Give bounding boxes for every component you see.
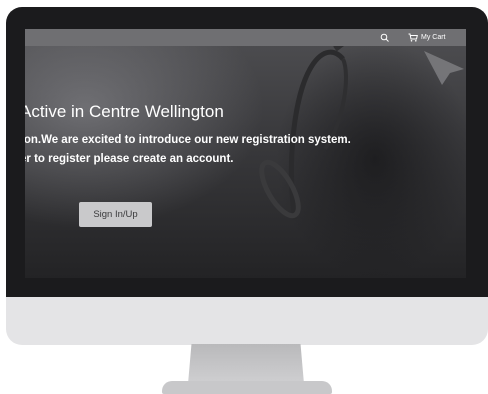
top-nav-bar: My Cart <box>25 29 466 46</box>
mouse-pointer-icon <box>424 51 464 85</box>
hero-title: Active in Centre Wellington <box>25 102 224 121</box>
my-cart-link[interactable]: My Cart <box>408 31 446 44</box>
search-icon[interactable] <box>380 33 390 43</box>
sign-in-up-button[interactable]: Sign In/Up <box>79 202 152 227</box>
hero-intro-text: ton.We are excited to introduce our new … <box>25 134 351 146</box>
monitor-chin <box>6 297 488 345</box>
monitor-illustration: My Cart Active in Centre Wellington ton.… <box>0 0 488 394</box>
hero-register-text: er to register please create an account. <box>25 153 234 165</box>
monitor-stand <box>188 344 304 384</box>
monitor-stand-base <box>162 381 332 394</box>
website-screen: My Cart Active in Centre Wellington ton.… <box>25 29 466 278</box>
cart-icon <box>408 33 418 42</box>
cart-label: My Cart <box>421 34 446 41</box>
